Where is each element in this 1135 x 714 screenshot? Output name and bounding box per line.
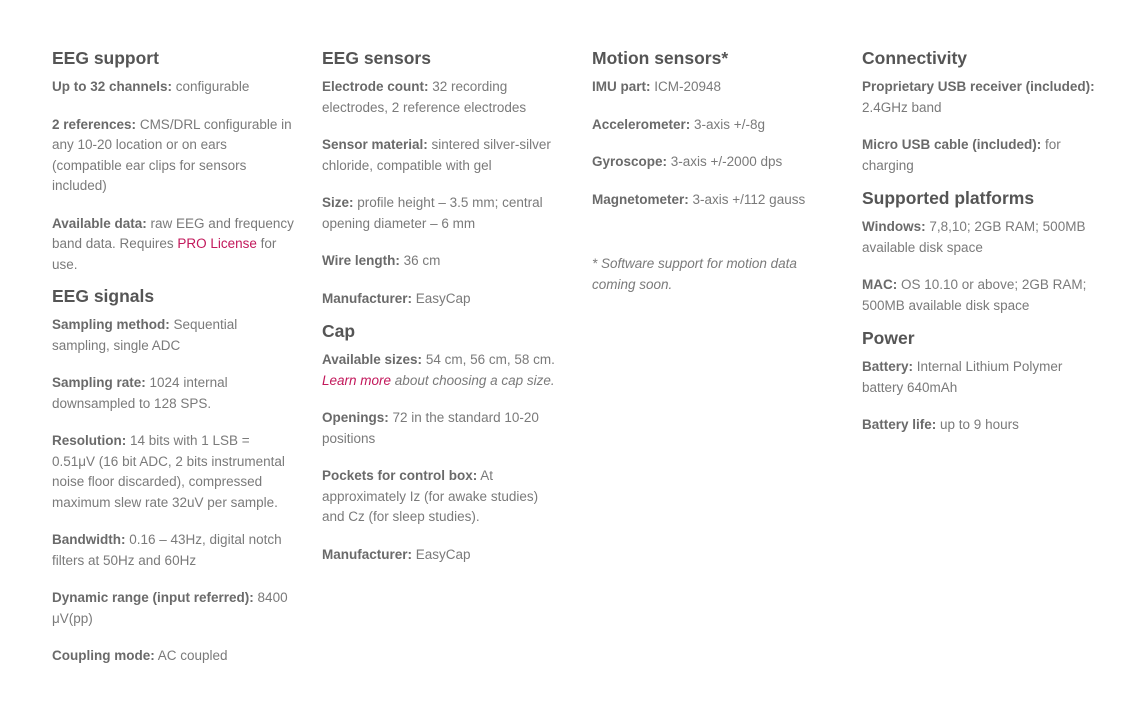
spec-sensor-material: Sensor material: sintered silver-silver … <box>322 137 551 173</box>
section-title-motion-sensors: Motion sensors* <box>592 48 729 68</box>
specs-column-2: EEG sensors Electrode count: 32 recordin… <box>322 46 564 582</box>
spec-available-sizes: Available sizes: 54 cm, 56 cm, 58 cm. Le… <box>322 352 555 388</box>
spec-gyroscope: Gyroscope: 3-axis +/-2000 dps <box>592 154 783 169</box>
spec-accelerometer: Accelerometer: 3-axis +/-8g <box>592 116 765 132</box>
spec-coupling-mode: Coupling mode: AC coupled <box>52 648 228 663</box>
pro-license-link[interactable]: PRO License <box>177 236 257 251</box>
spec-size: Size: profile height – 3.5 mm; central o… <box>322 195 543 231</box>
spec-sampling-rate: Sampling rate: 1024 internal downsampled… <box>52 375 228 411</box>
spec-usb-receiver: Proprietary USB receiver (included): 2.4… <box>862 79 1095 115</box>
specs-column-1: EEG support Up to 32 channels: configura… <box>52 46 294 684</box>
spec-resolution: Resolution: 14 bits with 1 LSB = 0.51μV … <box>52 433 285 510</box>
section-title-cap: Cap <box>322 321 356 341</box>
spec-battery-life: Battery life: up to 9 hours <box>862 417 1019 432</box>
section-title-supported-platforms: Supported platforms <box>862 188 1035 208</box>
section-title-eeg-support: EEG support <box>52 48 159 68</box>
spec-micro-usb: Micro USB cable (included): for charging <box>862 137 1061 173</box>
spec-mac: MAC: OS 10.10 or above; 2GB RAM; 500MB a… <box>862 277 1087 313</box>
spec-openings: Openings: 72 in the standard 10-20 posit… <box>322 410 539 446</box>
spec-pockets: Pockets for control box: At approximatel… <box>322 468 539 524</box>
spec-cap-manufacturer: Manufacturer: EasyCap <box>322 546 471 562</box>
learn-more-link[interactable]: Learn more <box>322 373 391 388</box>
spec-bandwidth: Bandwidth: 0.16 – 43Hz, digital notch fi… <box>52 532 282 568</box>
spec-battery: Battery: Internal Lithium Polymer batter… <box>862 359 1063 395</box>
spec-channels: Up to 32 channels: configurable <box>52 79 250 94</box>
spec-wire-length: Wire length: 36 cm <box>322 253 441 268</box>
spec-windows: Windows: 7,8,10; 2GB RAM; 500MB availabl… <box>862 219 1086 255</box>
spec-sensor-manufacturer: Manufacturer: EasyCap <box>322 290 471 306</box>
spec-dynamic-range: Dynamic range (input referred): 8400 μV(… <box>52 590 288 626</box>
specs-column-3: Motion sensors* IMU part: ICM-20948 Acce… <box>592 46 834 312</box>
section-title-eeg-signals: EEG signals <box>52 286 155 306</box>
specs-grid: EEG support Up to 32 channels: configura… <box>0 0 1135 714</box>
spec-references: 2 references: CMS/DRL configurable in an… <box>52 116 292 194</box>
spec-sampling-method: Sampling method: Sequential sampling, si… <box>52 317 238 353</box>
spec-magnetometer: Magnetometer: 3-axis +/112 gauss <box>592 191 806 207</box>
motion-support-note: * Software support for motion data comin… <box>592 256 797 292</box>
section-title-power: Power <box>862 328 915 348</box>
spec-available-data: Available data: raw EEG and frequency ba… <box>52 215 294 272</box>
spec-electrode-count: Electrode count: 32 recording electrodes… <box>322 79 527 115</box>
spec-imu-part: IMU part: ICM-20948 <box>592 79 722 94</box>
section-title-connectivity: Connectivity <box>862 48 968 68</box>
section-title-eeg-sensors: EEG sensors <box>322 48 431 68</box>
specs-column-4: Connectivity Proprietary USB receiver (i… <box>862 46 1104 453</box>
